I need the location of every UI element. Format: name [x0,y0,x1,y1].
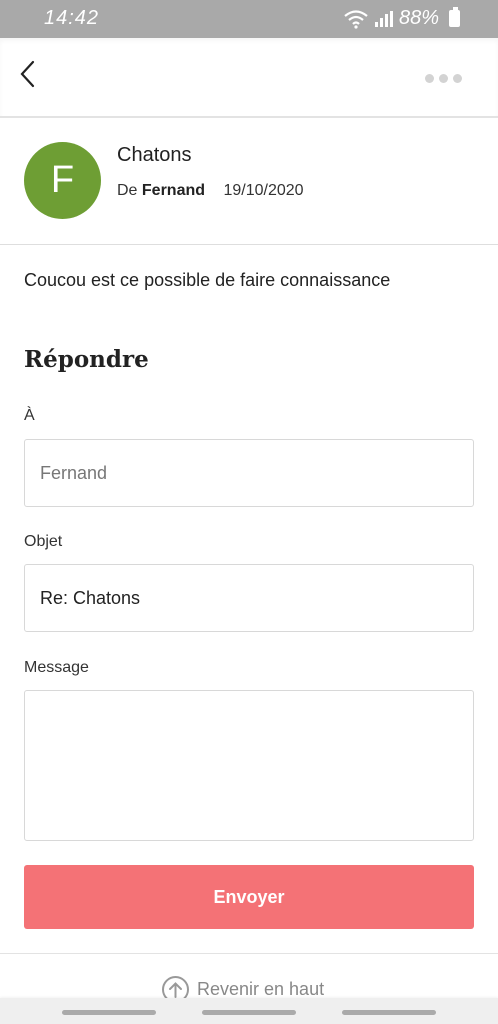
to-label: À [24,407,35,424]
chevron-left-icon[interactable] [14,56,46,92]
nav-recents-handle[interactable] [62,1010,156,1015]
subject-field[interactable] [24,564,474,632]
signal-icon [374,10,393,27]
status-time: 14:42 [44,7,100,29]
message-header: F Chatons De Fernand 19/10/2020 [0,120,498,245]
message-label: Message [24,659,89,676]
status-bar: 14:42 88% [0,0,498,38]
top-app-bar [0,38,498,118]
subject-label: Objet [24,533,63,550]
message-meta: De Fernand 19/10/2020 [117,182,304,200]
message-body: Coucou est ce possible de faire connaiss… [24,270,391,290]
send-button[interactable]: Envoyer [24,865,474,929]
message-subject: Chatons [117,144,192,166]
recipient-field[interactable] [24,439,474,507]
sender-name: Fernand [141,182,206,199]
status-icons: 88% [343,7,460,30]
avatar: F [24,142,101,219]
message-field[interactable] [24,690,474,841]
back-to-top-label: Revenir en haut [197,979,325,999]
nav-home-handle[interactable] [202,1010,296,1015]
system-nav-bar [0,998,498,1024]
wifi-icon [344,9,368,29]
more-options-icon[interactable] [425,74,462,83]
battery-icon [449,7,460,27]
footer-divider [0,953,498,954]
battery-level: 88% [398,7,439,29]
nav-back-handle[interactable] [342,1010,436,1015]
reply-title: Répondre [24,346,149,373]
from-prefix: De [117,182,138,199]
message-date: 19/10/2020 [223,182,304,199]
